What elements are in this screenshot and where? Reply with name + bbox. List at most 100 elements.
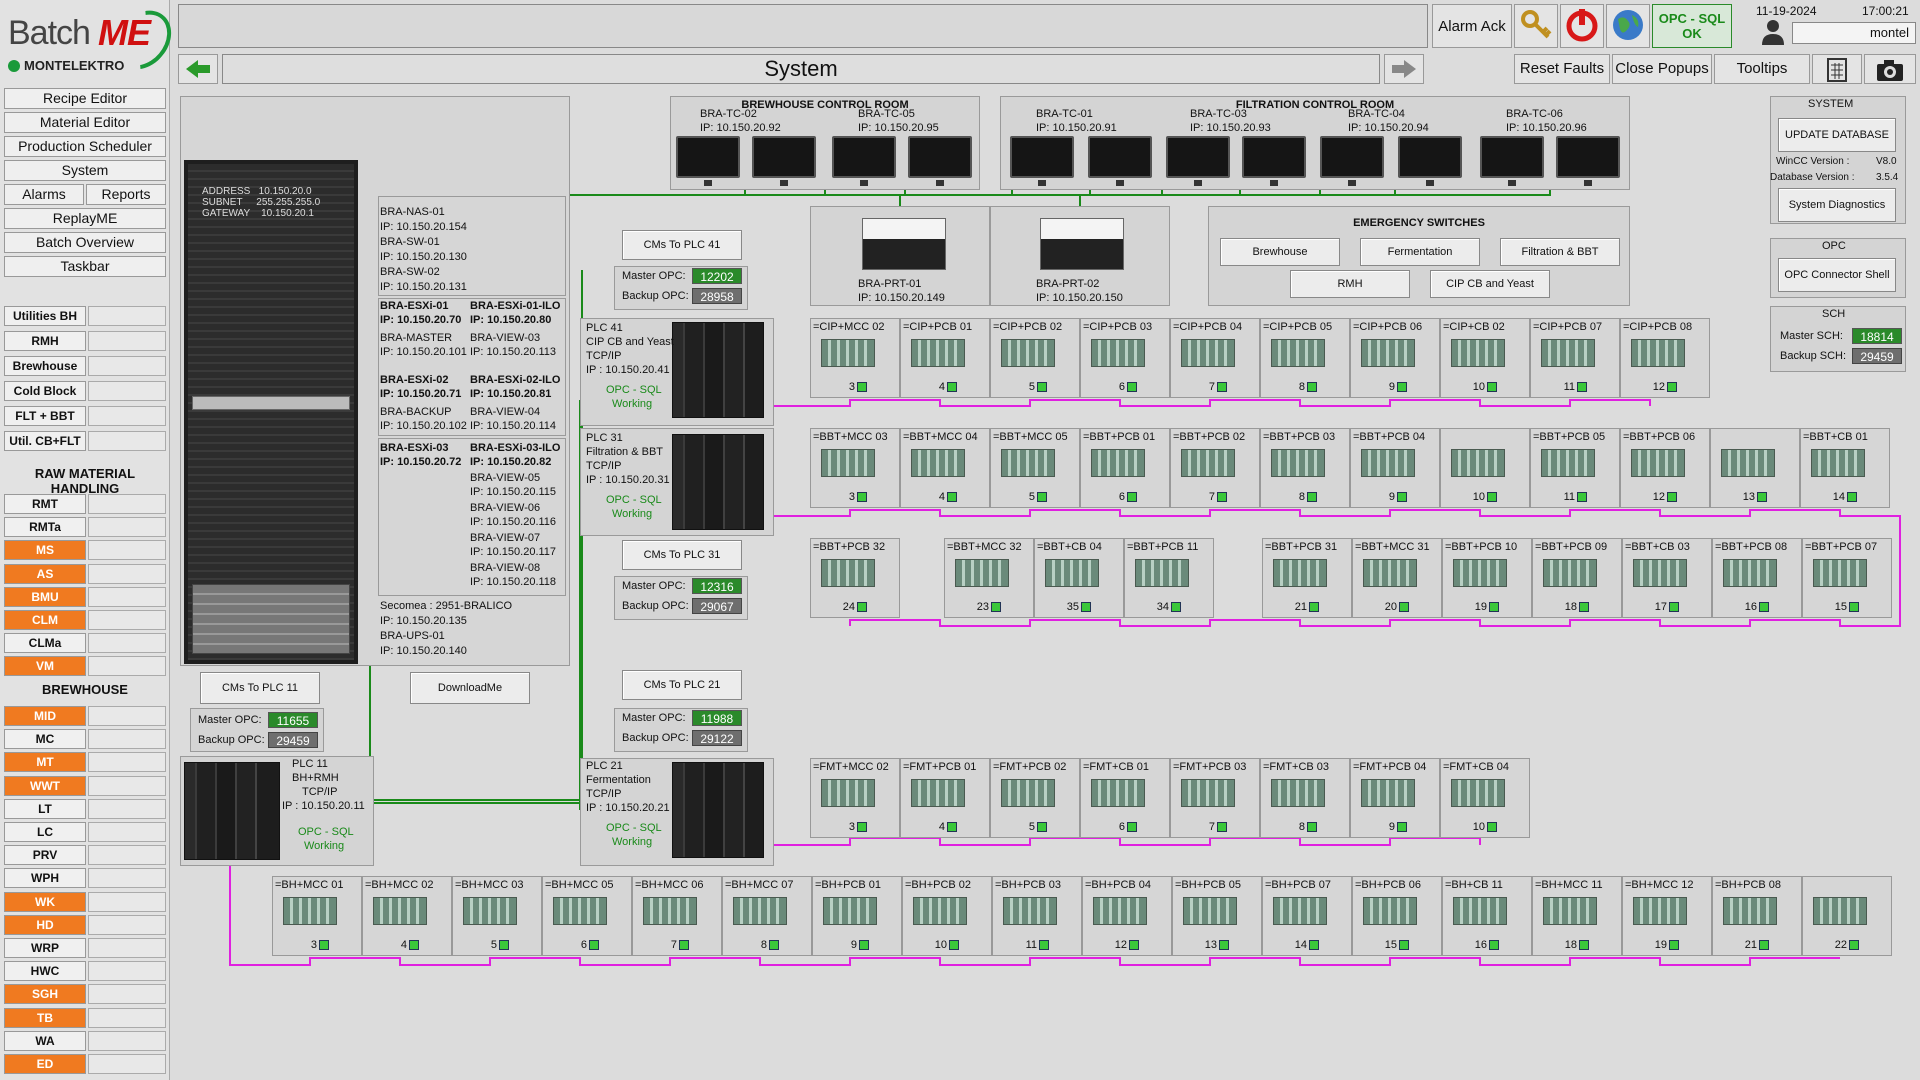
io-module[interactable]: =BBT+MCC 03 3 (810, 428, 900, 508)
io-module[interactable]: =CIP+PCB 06 9 (1350, 318, 1440, 398)
io-module-title: =BH+MCC 06 (635, 879, 704, 891)
io-module[interactable]: =BH+MCC 11 18 (1532, 876, 1622, 956)
io-module[interactable]: =BBT+PCB 07 15 (1802, 538, 1892, 618)
io-module[interactable]: =BBT+CB 01 14 (1800, 428, 1890, 508)
io-module[interactable]: =FMT+PCB 04 9 (1350, 758, 1440, 838)
io-module[interactable]: =FMT+CB 03 8 (1260, 758, 1350, 838)
io-module[interactable]: =BBT+MCC 32 23 (944, 538, 1034, 618)
io-module[interactable]: =BH+PCB 08 21 (1712, 876, 1802, 956)
monitor-icon[interactable] (1166, 136, 1230, 186)
cms-to-plc31-button[interactable]: CMs To PLC 31 (622, 540, 742, 570)
io-module[interactable]: =BH+MCC 02 4 (362, 876, 452, 956)
monitor-icon[interactable] (1088, 136, 1152, 186)
monitor-icon[interactable] (1320, 136, 1384, 186)
monitor-icon[interactable] (1010, 136, 1074, 186)
io-module[interactable]: =BH+MCC 06 7 (632, 876, 722, 956)
io-module-title: =BH+MCC 05 (545, 879, 614, 891)
io-module[interactable]: =BBT+MCC 31 20 (1352, 538, 1442, 618)
io-module[interactable]: =BH+MCC 07 8 (722, 876, 812, 956)
io-module[interactable]: =FMT+CB 01 6 (1080, 758, 1170, 838)
io-module[interactable]: =BBT+PCB 32 24 (810, 538, 900, 618)
io-module[interactable]: =BH+CB 11 16 (1442, 876, 1532, 956)
emergency-switch-button[interactable]: CIP CB and Yeast (1430, 270, 1550, 298)
io-module[interactable]: =BBT+PCB 10 19 (1442, 538, 1532, 618)
io-module[interactable]: =BBT+PCB 02 7 (1170, 428, 1260, 508)
io-module[interactable]: =BBT+CB 04 35 (1034, 538, 1124, 618)
cms-to-plc41-button[interactable]: CMs To PLC 41 (622, 230, 742, 260)
io-module[interactable]: =BBT+PCB 31 21 (1262, 538, 1352, 618)
printer-icon[interactable] (1040, 218, 1124, 270)
io-module[interactable]: =FMT+PCB 03 7 (1170, 758, 1260, 838)
status-led-icon (1039, 940, 1049, 950)
io-rack-icon (1361, 449, 1415, 477)
emergency-switch-button[interactable]: Brewhouse (1220, 238, 1340, 266)
io-module[interactable]: =CIP+CB 02 10 (1440, 318, 1530, 398)
plc31-opc-status: OPC - SQL (606, 494, 662, 506)
io-module[interactable]: =BH+PCB 02 10 (902, 876, 992, 956)
io-module[interactable]: 10 (1440, 428, 1530, 508)
io-module[interactable]: =BBT+PCB 11 34 (1124, 538, 1214, 618)
io-module[interactable]: 13 (1710, 428, 1800, 508)
io-module[interactable]: 22 (1802, 876, 1892, 956)
io-module[interactable]: =BBT+PCB 03 8 (1260, 428, 1350, 508)
cms-to-plc11-button[interactable]: CMs To PLC 11 (200, 672, 320, 704)
io-module-number: 34 (1156, 601, 1169, 613)
system-diagnostics-button[interactable]: System Diagnostics (1778, 188, 1896, 222)
io-module[interactable]: =BH+PCB 04 12 (1082, 876, 1172, 956)
monitor-icon[interactable] (832, 136, 896, 186)
printer-icon[interactable] (862, 218, 946, 270)
emergency-switch-button[interactable]: RMH (1290, 270, 1410, 298)
io-module[interactable]: =BBT+CB 03 17 (1622, 538, 1712, 618)
io-module[interactable]: =BBT+PCB 01 6 (1080, 428, 1170, 508)
io-module[interactable]: =BBT+PCB 08 16 (1712, 538, 1802, 618)
io-module[interactable]: =FMT+CB 04 10 (1440, 758, 1530, 838)
update-database-button[interactable]: UPDATE DATABASE (1778, 118, 1896, 152)
monitor-icon[interactable] (1242, 136, 1306, 186)
plc21-hardware-image[interactable] (672, 762, 764, 858)
plc11-name: PLC 11 (292, 758, 328, 770)
io-module[interactable]: =BH+MCC 05 6 (542, 876, 632, 956)
io-module-number: 4 (938, 491, 945, 503)
io-module[interactable]: =BH+PCB 01 9 (812, 876, 902, 956)
io-module[interactable]: =BH+PCB 06 15 (1352, 876, 1442, 956)
io-module[interactable]: =CIP+PCB 02 5 (990, 318, 1080, 398)
plc41-hardware-image[interactable] (672, 322, 764, 418)
io-module[interactable]: =CIP+PCB 01 4 (900, 318, 990, 398)
io-module[interactable]: =BH+MCC 03 5 (452, 876, 542, 956)
monitor-icon[interactable] (908, 136, 972, 186)
cms-to-plc21-button[interactable]: CMs To PLC 21 (622, 670, 742, 700)
monitor-icon[interactable] (752, 136, 816, 186)
emergency-switch-button[interactable]: Filtration & BBT (1500, 238, 1620, 266)
io-module[interactable]: =BH+PCB 03 11 (992, 876, 1082, 956)
io-module[interactable]: =CIP+PCB 05 8 (1260, 318, 1350, 398)
io-module[interactable]: =CIP+PCB 08 12 (1620, 318, 1710, 398)
io-module[interactable]: =FMT+MCC 02 3 (810, 758, 900, 838)
io-module[interactable]: =CIP+MCC 02 3 (810, 318, 900, 398)
downloadme-button[interactable]: DownloadMe (410, 672, 530, 704)
emergency-switch-button[interactable]: Fermentation (1360, 238, 1480, 266)
io-module[interactable]: =CIP+PCB 04 7 (1170, 318, 1260, 398)
monitor-icon[interactable] (1398, 136, 1462, 186)
monitor-icon[interactable] (676, 136, 740, 186)
io-module[interactable]: =BH+PCB 07 14 (1262, 876, 1352, 956)
io-module[interactable]: =BH+MCC 12 19 (1622, 876, 1712, 956)
io-module[interactable]: =BBT+MCC 05 5 (990, 428, 1080, 508)
plc11-hardware-image[interactable] (184, 762, 280, 860)
io-module[interactable]: =FMT+PCB 02 5 (990, 758, 1080, 838)
monitor-icon[interactable] (1480, 136, 1544, 186)
io-module[interactable]: =CIP+PCB 07 11 (1530, 318, 1620, 398)
io-module[interactable]: =BBT+PCB 09 18 (1532, 538, 1622, 618)
monitor-icon[interactable] (1556, 136, 1620, 186)
io-module[interactable]: =BBT+PCB 04 9 (1350, 428, 1440, 508)
filt-pc-ip: IP: 10.150.20.91 (1036, 122, 1117, 134)
io-module[interactable]: =BH+MCC 01 3 (272, 876, 362, 956)
io-module[interactable]: =BBT+PCB 05 11 (1530, 428, 1620, 508)
opc-connector-shell-button[interactable]: OPC Connector Shell (1778, 258, 1896, 292)
io-module[interactable]: =BH+PCB 05 13 (1172, 876, 1262, 956)
io-module[interactable]: =FMT+PCB 01 4 (900, 758, 990, 838)
server-rack[interactable]: ADDRESS 10.150.20.0 SUBNET 255.255.255.0… (184, 160, 358, 664)
io-module[interactable]: =BBT+MCC 04 4 (900, 428, 990, 508)
plc31-hardware-image[interactable] (672, 434, 764, 530)
io-module[interactable]: =CIP+PCB 03 6 (1080, 318, 1170, 398)
io-module[interactable]: =BBT+PCB 06 12 (1620, 428, 1710, 508)
